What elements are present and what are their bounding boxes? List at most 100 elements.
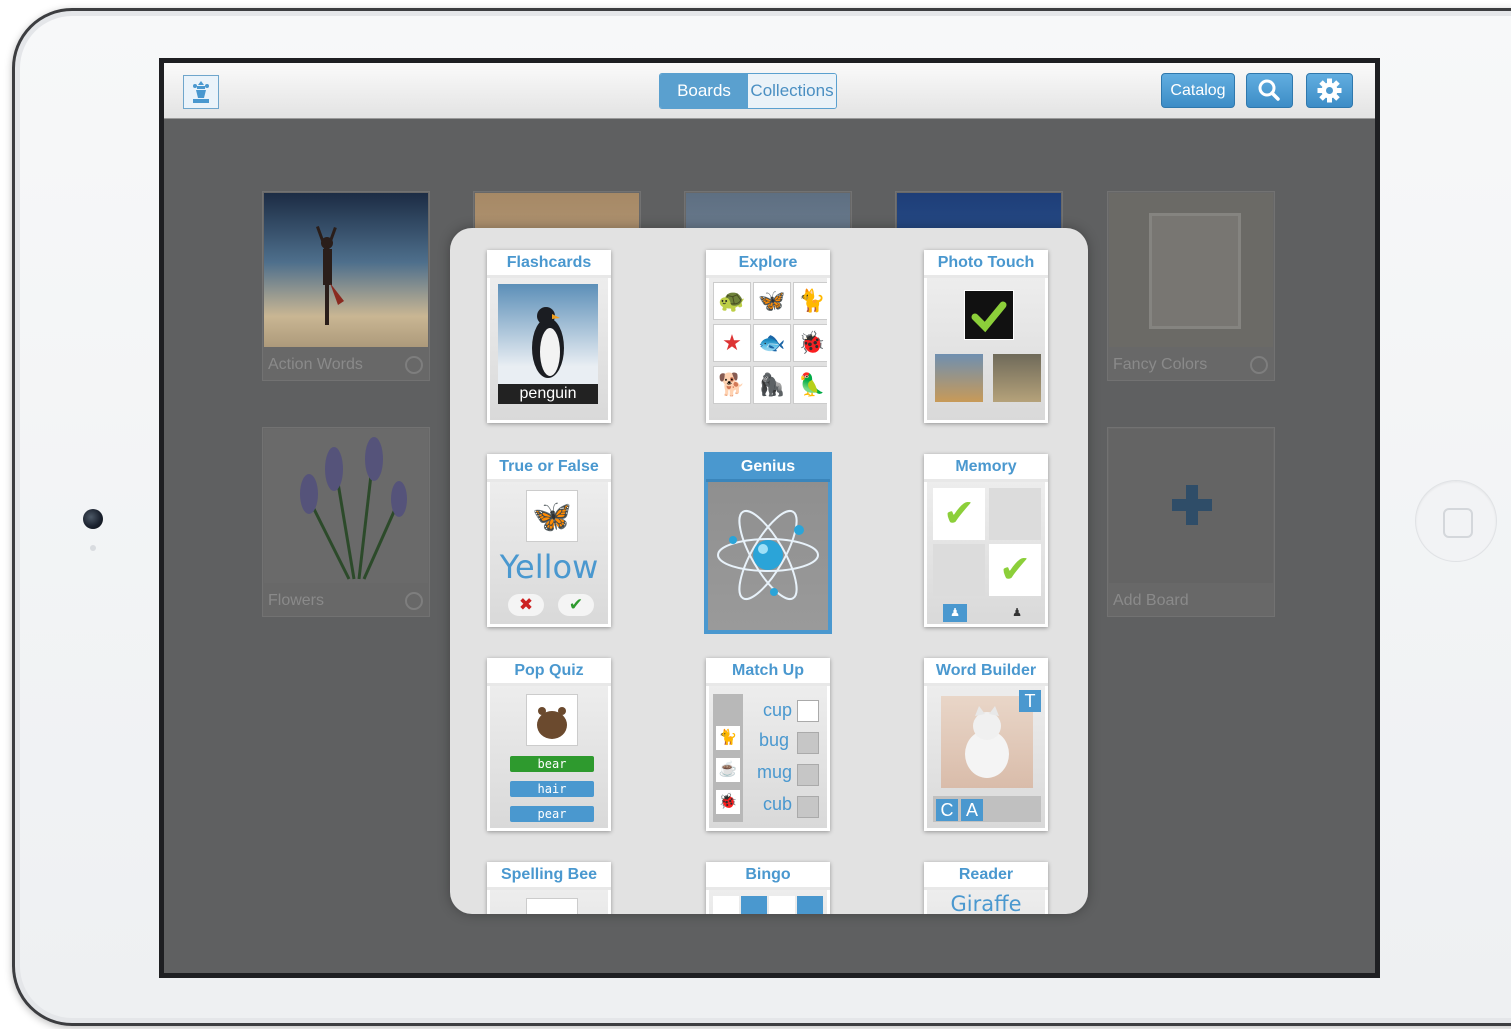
camera-sensor (90, 545, 96, 551)
activity-card-memory[interactable]: Memory ✔ ✔ ♟ ♟ (924, 454, 1048, 627)
activity-thumbnail: Giraffe (927, 890, 1045, 914)
memory-tile-matched: ✔ (933, 488, 985, 540)
board-tile-action-words[interactable]: Action Words (262, 191, 430, 381)
bingo-cell (713, 896, 739, 914)
quiz-option-correct[interactable]: bear (510, 756, 594, 772)
activity-thumbnail (709, 890, 827, 914)
add-board-tile[interactable]: Add Board (1107, 427, 1275, 617)
activity-title: Pop Quiz (487, 658, 611, 686)
board-image (1109, 193, 1273, 347)
tab-boards[interactable]: Boards (660, 74, 748, 108)
activity-title: Flashcards (487, 250, 611, 278)
activity-card-reader[interactable]: Reader Giraffe (924, 862, 1048, 914)
activity-thumbnail: penguin (490, 278, 608, 420)
home-button[interactable] (1415, 480, 1497, 562)
activity-card-true-or-false[interactable]: True or False 🦋 Yellow ✖ ✔ (487, 454, 611, 627)
letter-tile[interactable]: C (936, 799, 958, 821)
gear-icon (1317, 78, 1342, 103)
search-icon (1258, 79, 1280, 101)
player-one-icon: ♟ (943, 604, 967, 622)
match-slot (797, 732, 819, 754)
lavender-image (300, 437, 407, 580)
board-tile-fancy-colors[interactable]: Fancy Colors (1107, 191, 1275, 381)
activity-thumbnail (490, 890, 608, 914)
activity-picker-modal: Flashcards penguin Explore 🐢 🦋 🐈 ★ 🐟 🐞 🐕… (450, 228, 1088, 914)
memory-tile-matched: ✔ (989, 544, 1041, 596)
butterfly-icon: 🦋 (753, 282, 791, 320)
false-button[interactable]: ✖ (508, 594, 544, 616)
letter-tile[interactable]: A (961, 799, 983, 821)
board-select-radio[interactable] (405, 592, 423, 610)
player-two-icon: ♟ (1012, 607, 1022, 619)
quiz-option[interactable]: pear (510, 806, 594, 822)
bear-image (526, 694, 578, 746)
activity-card-genius[interactable]: Genius (706, 454, 830, 632)
activity-thumbnail (706, 482, 830, 632)
view-segmented-control: Boards Collections (659, 73, 837, 109)
quiz-option[interactable]: hair (510, 781, 594, 797)
app-screen: Boards Collections Catalog Action Words … (164, 63, 1375, 973)
bee-image (526, 898, 578, 914)
starfish-icon: ★ (713, 324, 751, 362)
match-word: cub (763, 794, 793, 814)
activity-card-word-builder[interactable]: Word Builder T C A (924, 658, 1048, 831)
activity-card-explore[interactable]: Explore 🐢 🦋 🐈 ★ 🐟 🐞 🐕 🦍 🦜 (706, 250, 830, 423)
device-screen: Boards Collections Catalog Action Words … (159, 58, 1380, 978)
match-slot-filled (797, 700, 819, 722)
search-button[interactable] (1246, 73, 1293, 108)
activity-card-pop-quiz[interactable]: Pop Quiz bear hair pear (487, 658, 611, 831)
cat-icon: 🐈 (716, 726, 740, 750)
butterfly-icon: 🦋 (526, 490, 578, 542)
activity-thumbnail: bear hair pear (490, 686, 608, 828)
gorilla-icon: 🦍 (753, 366, 791, 404)
top-bar: Boards Collections Catalog (164, 63, 1375, 119)
catalog-button[interactable]: Catalog (1161, 73, 1235, 108)
activity-title: Bingo (706, 862, 830, 890)
chess-pawn-icon[interactable] (183, 75, 219, 109)
activity-card-spelling-bee[interactable]: Spelling Bee (487, 862, 611, 914)
match-slot (797, 796, 819, 818)
color-word: Yellow (499, 548, 599, 586)
board-image (1109, 429, 1273, 583)
activity-card-match-up[interactable]: Match Up 🐈 ☕ 🐞 cup bug mug cub (706, 658, 830, 831)
memory-tile-hidden (933, 544, 985, 596)
activity-title: Spelling Bee (487, 862, 611, 890)
front-camera (83, 509, 103, 529)
activity-thumbnail: 🐢 🦋 🐈 ★ 🐟 🐞 🐕 🦍 🦜 (709, 278, 827, 420)
board-image (264, 429, 428, 583)
reader-word: Giraffe (950, 892, 1022, 914)
checkmark-icon (964, 290, 1014, 340)
turtle-icon: 🐢 (713, 282, 751, 320)
activity-title: Memory (924, 454, 1048, 482)
tab-collections[interactable]: Collections (748, 74, 836, 108)
match-slot (797, 764, 819, 786)
framed-sack-image (1149, 213, 1241, 329)
giraffe-image (935, 354, 983, 402)
activity-card-bingo[interactable]: Bingo (706, 862, 830, 914)
mandrill-image (993, 354, 1041, 402)
match-word: bug (759, 730, 790, 750)
board-label: Fancy Colors (1113, 356, 1208, 373)
board-select-radio[interactable] (1250, 356, 1268, 374)
settings-button[interactable] (1306, 73, 1353, 108)
yoga-figure-image (316, 225, 344, 325)
activity-title: Genius (706, 454, 830, 482)
activity-thumbnail: 🐈 ☕ 🐞 cup bug mug cub (709, 686, 827, 828)
true-button[interactable]: ✔ (558, 594, 594, 616)
dog-icon: 🐕 (713, 366, 751, 404)
bug-icon: 🐞 (793, 324, 827, 362)
board-label: Flowers (268, 592, 325, 609)
activity-card-photo-touch[interactable]: Photo Touch (924, 250, 1048, 423)
board-tile-flowers[interactable]: Flowers (262, 427, 430, 617)
hint-letter-tile[interactable]: T (1019, 690, 1041, 712)
activity-thumbnail: T C A (927, 686, 1045, 828)
activity-title: Word Builder (924, 658, 1048, 686)
bingo-cell-marked (741, 896, 767, 914)
atom-icon (717, 509, 819, 601)
board-select-radio[interactable] (405, 356, 423, 374)
cat-icon: 🐈 (793, 282, 827, 320)
plus-icon (1172, 485, 1212, 525)
activity-title: Reader (924, 862, 1048, 890)
activity-card-flashcards[interactable]: Flashcards penguin (487, 250, 611, 423)
activity-thumbnail: ✔ ✔ ♟ ♟ (927, 482, 1045, 624)
